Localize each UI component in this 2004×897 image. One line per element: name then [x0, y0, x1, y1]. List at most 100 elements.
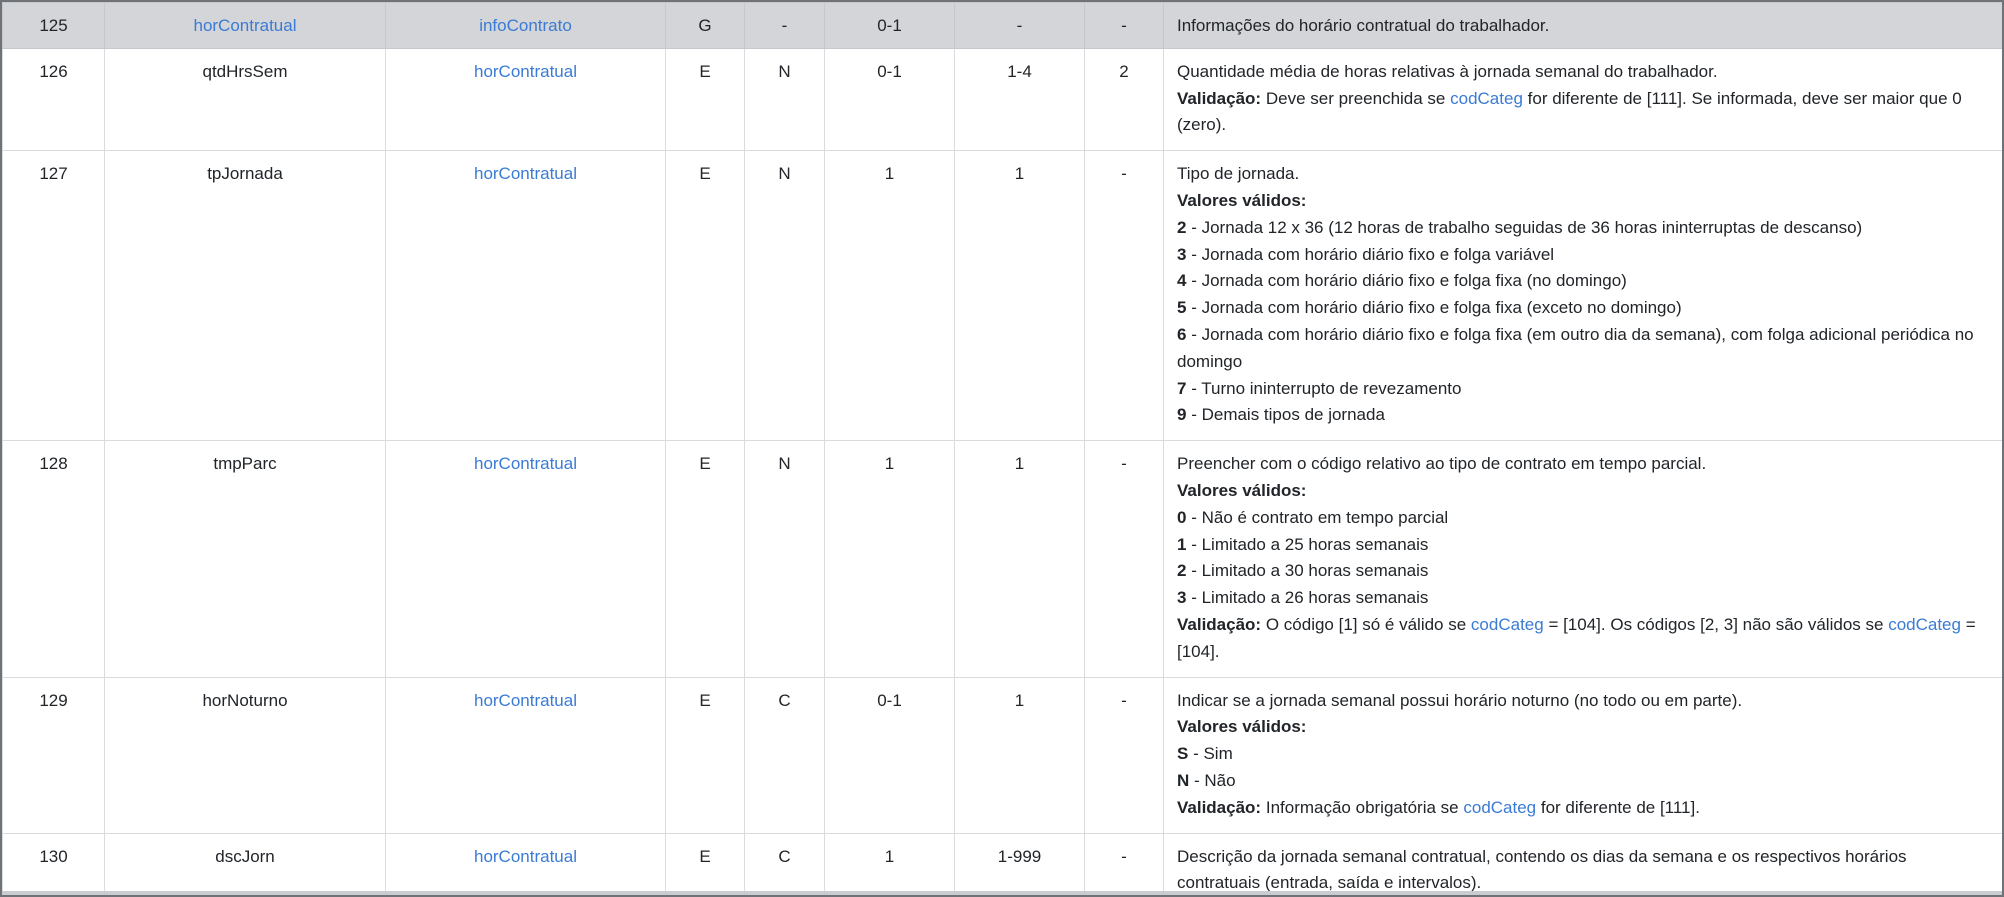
- cell-number: 128: [2, 440, 105, 678]
- description-text: Descrição da jornada semanal contratual,…: [1177, 846, 1907, 893]
- cell-decimals: -: [1084, 2, 1164, 49]
- cell-number: 126: [2, 47, 105, 152]
- cell-description: Informações do horário contratual do tra…: [1163, 2, 2002, 49]
- cell-decimals: -: [1084, 150, 1164, 442]
- validation-part: = [104]. Os códigos [2, 3] não são válid…: [1548, 614, 1884, 634]
- cell-element: E: [665, 832, 745, 895]
- codcateg-link[interactable]: codCateg: [1463, 798, 1536, 817]
- codcateg-link[interactable]: codCateg: [1888, 615, 1961, 634]
- valid-value-item: 6 - Jornada com horário diário fixo e fo…: [1177, 322, 1990, 376]
- codcateg-link[interactable]: codCateg: [1471, 615, 1544, 634]
- cell-type: C: [744, 832, 825, 895]
- value-text: - Jornada com horário diário fixo e folg…: [1191, 271, 1627, 291]
- cell-description: Preencher com o código relativo ao tipo …: [1163, 440, 2002, 678]
- cell-size: 1: [954, 676, 1085, 834]
- cell-decimals: -: [1084, 440, 1164, 678]
- valid-value-item: 1 - Limitado a 25 horas semanais: [1177, 532, 1990, 559]
- table-row: 127 tpJornada horContratual E N 1 1 - Ti…: [2, 150, 2002, 442]
- description-text: Indicar se a jornada semanal possui horá…: [1177, 690, 1743, 710]
- cell-element: E: [665, 150, 745, 442]
- valid-value-item: 2 - Limitado a 30 horas semanais: [1177, 558, 1990, 585]
- table-row: 129 horNoturno horContratual E C 0-1 1 -…: [2, 676, 2002, 834]
- value-text: - Turno ininterrupto de revezamento: [1191, 378, 1462, 398]
- cell-parent-link[interactable]: horContratual: [385, 832, 666, 895]
- validation-text: Validação: Informação obrigatória se cod…: [1177, 798, 1700, 817]
- valid-value-item: 0 - Não é contrato em tempo parcial: [1177, 505, 1990, 532]
- cell-parent-link[interactable]: horContratual: [385, 676, 666, 834]
- value-code: 5: [1177, 298, 1187, 318]
- cell-element: G: [665, 2, 745, 49]
- table-row: 128 tmpParc horContratual E N 1 1 - Pree…: [2, 440, 2002, 678]
- value-text: - Demais tipos de jornada: [1191, 405, 1385, 425]
- cell-field-name: horNoturno: [104, 676, 386, 834]
- value-code: 1: [1177, 534, 1187, 554]
- cell-element: E: [665, 440, 745, 678]
- validation-part: Deve ser preenchida se: [1265, 88, 1446, 108]
- value-text: - Não é contrato em tempo parcial: [1191, 507, 1449, 527]
- cell-field-name: qtdHrsSem: [104, 47, 386, 152]
- cell-element: E: [665, 676, 745, 834]
- cell-occurrence: 1: [824, 832, 955, 895]
- cell-number: 127: [2, 150, 105, 442]
- value-code: 0: [1177, 507, 1187, 527]
- cell-number: 129: [2, 676, 105, 834]
- valid-values-label: Valores válidos:: [1177, 717, 1307, 737]
- value-text: - Jornada com horário diário fixo e folg…: [1191, 298, 1682, 318]
- description-text: Tipo de jornada.: [1177, 164, 1300, 184]
- cell-type: N: [744, 440, 825, 678]
- value-text: - Jornada com horário diário fixo e folg…: [1177, 324, 1974, 371]
- validation-text: Validação: O código [1] só é válido se c…: [1177, 615, 1976, 661]
- cell-occurrence: 1: [824, 440, 955, 678]
- codcateg-link[interactable]: codCateg: [1450, 89, 1523, 108]
- valid-value-item: 9 - Demais tipos de jornada: [1177, 402, 1990, 429]
- cell-type: C: [744, 676, 825, 834]
- cell-decimals: -: [1084, 676, 1164, 834]
- cell-size: 1: [954, 150, 1085, 442]
- cell-description: Tipo de jornada. Valores válidos: 2 - Jo…: [1163, 150, 2002, 442]
- value-text: - Jornada com horário diário fixo e folg…: [1191, 244, 1555, 264]
- validation-label: Validação:: [1177, 797, 1262, 817]
- cell-field-name: dscJorn: [104, 832, 386, 895]
- cell-decimals: -: [1084, 832, 1164, 895]
- validation-part: for diferente de [111].: [1540, 797, 1700, 817]
- cell-occurrence: 0-1: [824, 2, 955, 49]
- cell-description: Descrição da jornada semanal contratual,…: [1163, 832, 2002, 895]
- cell-decimals: 2: [1084, 47, 1164, 152]
- valid-value-item: 7 - Turno ininterrupto de revezamento: [1177, 376, 1990, 403]
- value-code: 2: [1177, 561, 1187, 581]
- validation-text: Validação: Deve ser preenchida se codCat…: [1177, 89, 1962, 135]
- value-text: - Limitado a 25 horas semanais: [1191, 534, 1429, 554]
- validation-label: Validação:: [1177, 614, 1262, 634]
- value-code: 6: [1177, 324, 1187, 344]
- cell-description: Quantidade média de horas relativas à jo…: [1163, 47, 2002, 152]
- cell-size: 1-4: [954, 47, 1085, 152]
- cell-parent-link[interactable]: infoContrato: [385, 2, 666, 49]
- cell-parent-link[interactable]: horContratual: [385, 440, 666, 678]
- value-text: - Jornada 12 x 36 (12 horas de trabalho …: [1191, 217, 1863, 237]
- cell-type: -: [744, 2, 825, 49]
- validation-label: Validação:: [1177, 88, 1262, 108]
- table-row: 126 qtdHrsSem horContratual E N 0-1 1-4 …: [2, 47, 2002, 152]
- cell-parent-link[interactable]: horContratual: [385, 47, 666, 152]
- layout-table: 125 horContratual infoContrato G - 0-1 -…: [2, 2, 2002, 895]
- valid-values-label: Valores válidos:: [1177, 480, 1307, 500]
- cell-size: -: [954, 2, 1085, 49]
- valid-values-label: Valores válidos:: [1177, 190, 1307, 210]
- table-row: 125 horContratual infoContrato G - 0-1 -…: [2, 2, 2002, 49]
- valid-value-item: S - Sim: [1177, 741, 1990, 768]
- cell-field-name-link[interactable]: horContratual: [104, 2, 386, 49]
- cell-element: E: [665, 47, 745, 152]
- cell-occurrence: 1: [824, 150, 955, 442]
- value-text: - Limitado a 26 horas semanais: [1191, 588, 1429, 608]
- cell-parent-link[interactable]: horContratual: [385, 150, 666, 442]
- layout-table-frame: 125 horContratual infoContrato G - 0-1 -…: [0, 0, 2004, 897]
- cell-field-name: tmpParc: [104, 440, 386, 678]
- valid-value-item: N - Não: [1177, 768, 1990, 795]
- value-code: 4: [1177, 271, 1187, 291]
- valid-value-item: 2 - Jornada 12 x 36 (12 horas de trabalh…: [1177, 215, 1990, 242]
- cell-type: N: [744, 150, 825, 442]
- table-row: 130 dscJorn horContratual E C 1 1-999 - …: [2, 832, 2002, 895]
- description-text: Preencher com o código relativo ao tipo …: [1177, 454, 1707, 474]
- value-code: N: [1177, 770, 1190, 790]
- cell-number: 125: [2, 2, 105, 49]
